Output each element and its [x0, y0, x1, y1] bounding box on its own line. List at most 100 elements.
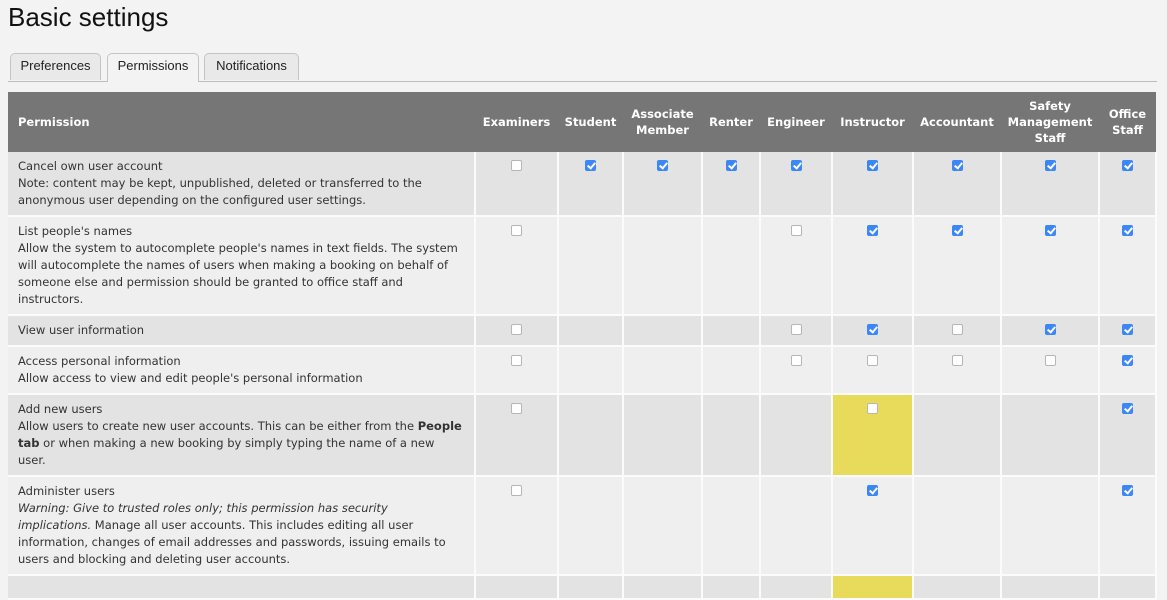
permission-checkbox[interactable] — [867, 355, 878, 366]
role-cell-student — [557, 476, 624, 576]
permission-checkbox[interactable] — [867, 160, 878, 171]
page-title: Basic settings — [8, 2, 169, 32]
permission-description: Warning: Give to trusted roles only; thi… — [18, 500, 462, 568]
role-cell-student — [557, 216, 624, 316]
role-cell-renter — [701, 346, 761, 395]
role-cell-accountant — [912, 216, 1002, 316]
role-cell-office-staff — [1098, 346, 1157, 395]
permission-checkbox[interactable] — [1044, 225, 1056, 236]
table-row — [8, 575, 1157, 600]
permission-checkbox[interactable] — [867, 225, 878, 236]
role-cell-renter — [701, 476, 761, 576]
permission-cell — [8, 575, 476, 600]
permission-checkbox[interactable] — [951, 160, 963, 171]
tab-bar: Preferences Permissions Notifications — [8, 53, 1157, 82]
column-header-engineer: Engineer — [760, 92, 832, 152]
column-header-office-staff: Office Staff — [1099, 92, 1156, 152]
role-cell-engineer — [759, 575, 833, 600]
permission-cell: View user information — [8, 315, 476, 347]
role-cell-engineer — [759, 152, 833, 217]
permission-checkbox[interactable] — [1122, 485, 1133, 496]
permission-checkbox[interactable] — [657, 160, 668, 171]
permission-cell: Access personal information Allow access … — [8, 346, 476, 395]
permission-checkbox[interactable] — [511, 160, 522, 171]
permission-checkbox[interactable] — [951, 324, 963, 335]
permission-checkbox[interactable] — [585, 160, 596, 171]
role-cell-instructor — [831, 346, 914, 395]
tab-notifications[interactable]: Notifications — [204, 53, 299, 80]
role-cell-safety-management-staff — [1000, 394, 1100, 477]
description-text: Allow users to create new user accounts.… — [18, 419, 418, 433]
permission-checkbox[interactable] — [1122, 160, 1133, 171]
permission-checkbox[interactable] — [1122, 403, 1133, 414]
role-cell-instructor — [831, 476, 914, 576]
column-header-permission: Permission — [8, 92, 475, 152]
column-header-instructor: Instructor — [832, 92, 913, 152]
permission-checkbox[interactable] — [790, 324, 802, 335]
role-cell-examiners — [474, 216, 559, 316]
permission-checkbox[interactable] — [790, 355, 802, 366]
role-cell-examiners — [474, 476, 559, 576]
permission-title: Administer users — [18, 484, 115, 498]
permission-checkbox[interactable] — [1122, 324, 1133, 335]
role-cell-office-staff — [1098, 394, 1157, 477]
table-row: Access personal information Allow access … — [8, 346, 1157, 395]
role-cell-safety-management-staff — [1000, 152, 1100, 217]
permission-checkbox[interactable] — [511, 324, 522, 335]
permission-checkbox[interactable] — [511, 355, 522, 366]
role-cell-associate-member — [622, 216, 703, 316]
tab-permissions[interactable]: Permissions — [107, 53, 199, 82]
table-header-row: Permission Examiners Student Associate Mem… — [8, 92, 1156, 152]
role-cell-examiners — [474, 315, 559, 347]
permission-checkbox[interactable] — [1044, 160, 1056, 171]
role-cell-renter — [701, 394, 761, 477]
permission-checkbox[interactable] — [1122, 225, 1133, 236]
tab-preferences[interactable]: Preferences — [10, 53, 101, 80]
table-body: Cancel own user account Note: content may… — [8, 152, 1157, 600]
permission-checkbox[interactable] — [1044, 355, 1056, 366]
permissions-table: Permission Examiners Student Associate Mem… — [8, 92, 1157, 600]
description-text: Allow the system to autocomplete people'… — [18, 241, 458, 306]
column-header-accountant: Accountant — [913, 92, 1001, 152]
permission-checkbox[interactable] — [790, 225, 802, 236]
permission-checkbox[interactable] — [725, 160, 737, 171]
role-cell-renter — [701, 216, 761, 316]
role-cell-student — [557, 575, 624, 600]
role-cell-engineer — [759, 216, 833, 316]
permission-checkbox[interactable] — [511, 485, 522, 496]
column-header-safety-management-staff: Safety Management Staff — [1001, 92, 1099, 152]
role-cell-safety-management-staff — [1000, 476, 1100, 576]
role-cell-accountant — [912, 394, 1002, 477]
permission-checkbox[interactable] — [951, 225, 963, 236]
table-row: Administer users Warning: Give to trusted… — [8, 476, 1157, 576]
role-cell-examiners — [474, 575, 559, 600]
permission-title: List people's names — [18, 224, 133, 238]
permission-checkbox[interactable] — [867, 324, 878, 335]
permission-checkbox[interactable] — [951, 355, 963, 366]
role-cell-accountant — [912, 152, 1002, 217]
permission-description: Allow access to view and edit people's p… — [18, 370, 462, 387]
permission-checkbox[interactable] — [1044, 324, 1056, 335]
permission-checkbox[interactable] — [867, 403, 878, 414]
role-cell-instructor — [831, 315, 914, 347]
permission-description: Allow users to create new user accounts.… — [18, 418, 462, 469]
permission-checkbox[interactable] — [1122, 355, 1133, 366]
role-cell-office-staff — [1098, 476, 1157, 576]
role-cell-student — [557, 394, 624, 477]
role-cell-examiners — [474, 346, 559, 395]
permission-cell: List people's names Allow the system to a… — [8, 216, 476, 316]
role-cell-safety-management-staff — [1000, 315, 1100, 347]
role-cell-accountant — [912, 315, 1002, 347]
permission-cell: Add new users Allow users to create new u… — [8, 394, 476, 477]
permission-title: View user information — [18, 323, 145, 337]
permission-cell: Administer users Warning: Give to trusted… — [8, 476, 476, 576]
role-cell-instructor — [831, 152, 914, 217]
role-cell-safety-management-staff — [1000, 346, 1100, 395]
role-cell-engineer — [759, 315, 833, 347]
permission-checkbox[interactable] — [867, 485, 878, 496]
role-cell-engineer — [759, 476, 833, 576]
permission-checkbox[interactable] — [511, 225, 522, 236]
role-cell-renter — [701, 575, 761, 600]
permission-checkbox[interactable] — [790, 160, 802, 171]
permission-checkbox[interactable] — [511, 403, 522, 414]
